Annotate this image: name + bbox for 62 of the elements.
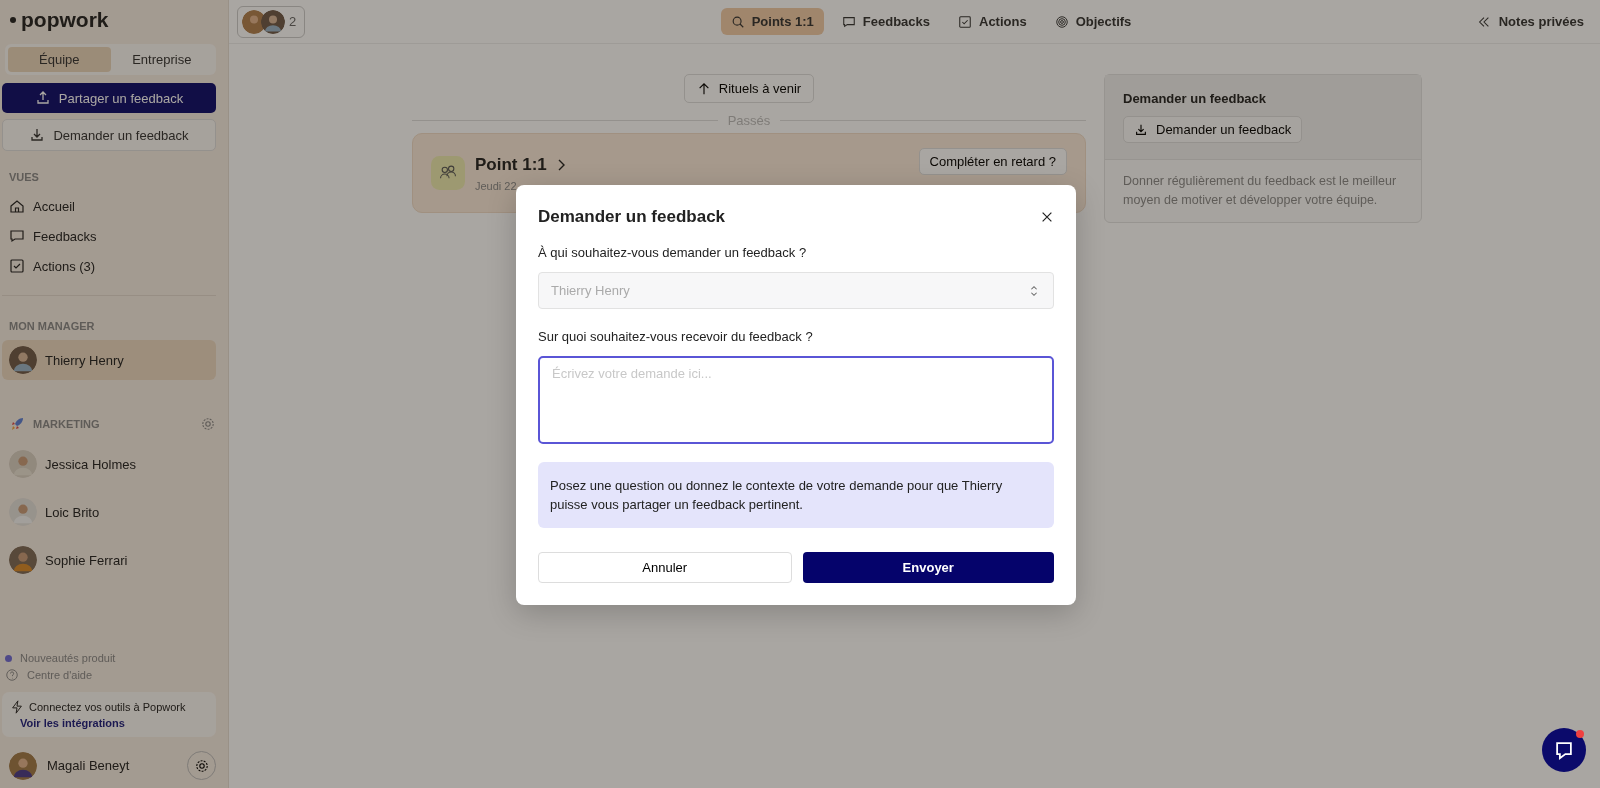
request-feedback-button[interactable]: Demander un feedback [1123, 116, 1303, 143]
card-title: Demander un feedback [1123, 91, 1268, 106]
status-dot-icon [5, 654, 12, 662]
help-icon [5, 668, 19, 682]
search-icon [730, 14, 745, 29]
target-icon [1054, 14, 1069, 29]
arrow-up-icon [696, 81, 711, 96]
send-button[interactable]: Envoyer [802, 552, 1054, 583]
double-chevron-left-icon [1476, 14, 1491, 29]
download-icon [29, 127, 46, 143]
nav-item[interactable]: Feedbacks [2, 221, 104, 251]
avatar-icon [9, 546, 37, 574]
integrations-link[interactable]: Voir les intégrations [20, 717, 125, 729]
download-icon [1134, 122, 1148, 137]
checkbox-icon [9, 258, 25, 274]
nav-tab[interactable]: Points 1:1 [720, 8, 824, 35]
nav-tab[interactable]: Actions [948, 8, 1037, 35]
person-item[interactable]: Sophie Ferrari [2, 540, 216, 580]
promo-text: Connectez vos outils à Popwork [29, 701, 186, 713]
speech-bubble-icon [841, 14, 856, 29]
scope-tab[interactable]: Équipe [8, 47, 111, 72]
meeting-date: Jeudi 22 [475, 179, 518, 192]
upload-icon [34, 90, 51, 106]
field-label: Sur quoi souhaitez-vous recevoir du feedback ? [538, 329, 814, 344]
popwork-logo: popwork [2, 6, 117, 34]
scope-tab[interactable]: Entreprise [110, 47, 213, 72]
speech-bubble-icon [1553, 739, 1575, 761]
nav-tab[interactable]: Feedbacks [831, 8, 940, 35]
person-item[interactable]: Jessica Holmes [2, 444, 216, 484]
checkbox-icon [958, 14, 972, 29]
home-icon [9, 198, 25, 214]
card-text: Donner régulièrement du feedback est le meilleur moyen de motiver et développer votre équipe. [1122, 173, 1398, 209]
hint-text: Posez une question ou donnez le contexte de votre demande pour que Thierry puisse vous partager un feedback pertinent. [538, 462, 1054, 528]
user-name: Magali Beneyt [47, 758, 131, 773]
person-item[interactable]: Loic Brito [2, 492, 216, 532]
people-icon [431, 156, 465, 190]
avatar-icon [9, 751, 37, 780]
section-heading: VUES [9, 171, 39, 183]
settings-icon [193, 757, 210, 774]
rocket-icon [9, 416, 25, 432]
upcoming-rituals-button[interactable]: Rituels à venir [683, 74, 815, 103]
complete-late-button[interactable]: Compléter en retard ? [918, 148, 1067, 175]
avatar-icon [261, 9, 285, 34]
private-notes-button[interactable]: Notes privées [1436, 13, 1590, 30]
avatar-icon [9, 498, 37, 526]
close-icon[interactable] [1040, 210, 1054, 224]
avatar-icon [9, 346, 37, 374]
lightning-icon [10, 700, 24, 714]
section-heading: MARKETING [33, 418, 101, 430]
participants-button[interactable]: 2 [237, 5, 306, 38]
section-heading: MON MANAGER [9, 320, 95, 332]
nav-tab[interactable]: Objectifs [1044, 8, 1142, 35]
person-item[interactable]: Thierry Henry [2, 340, 216, 380]
share-feedback-button[interactable]: Partager un feedback [2, 83, 216, 113]
nav-item[interactable]: Accueil [2, 191, 82, 221]
cancel-button[interactable]: Annuler [538, 552, 792, 583]
request-feedback-button[interactable]: Demander un feedback [2, 119, 216, 151]
meeting-title: Point 1:1 [475, 154, 547, 175]
speech-bubble-icon [9, 228, 25, 244]
avatar-icon [9, 450, 37, 478]
field-label: À qui souhaitez-vous demander un feedback ? [538, 245, 808, 260]
nav-item[interactable]: Actions (3) [2, 251, 103, 281]
